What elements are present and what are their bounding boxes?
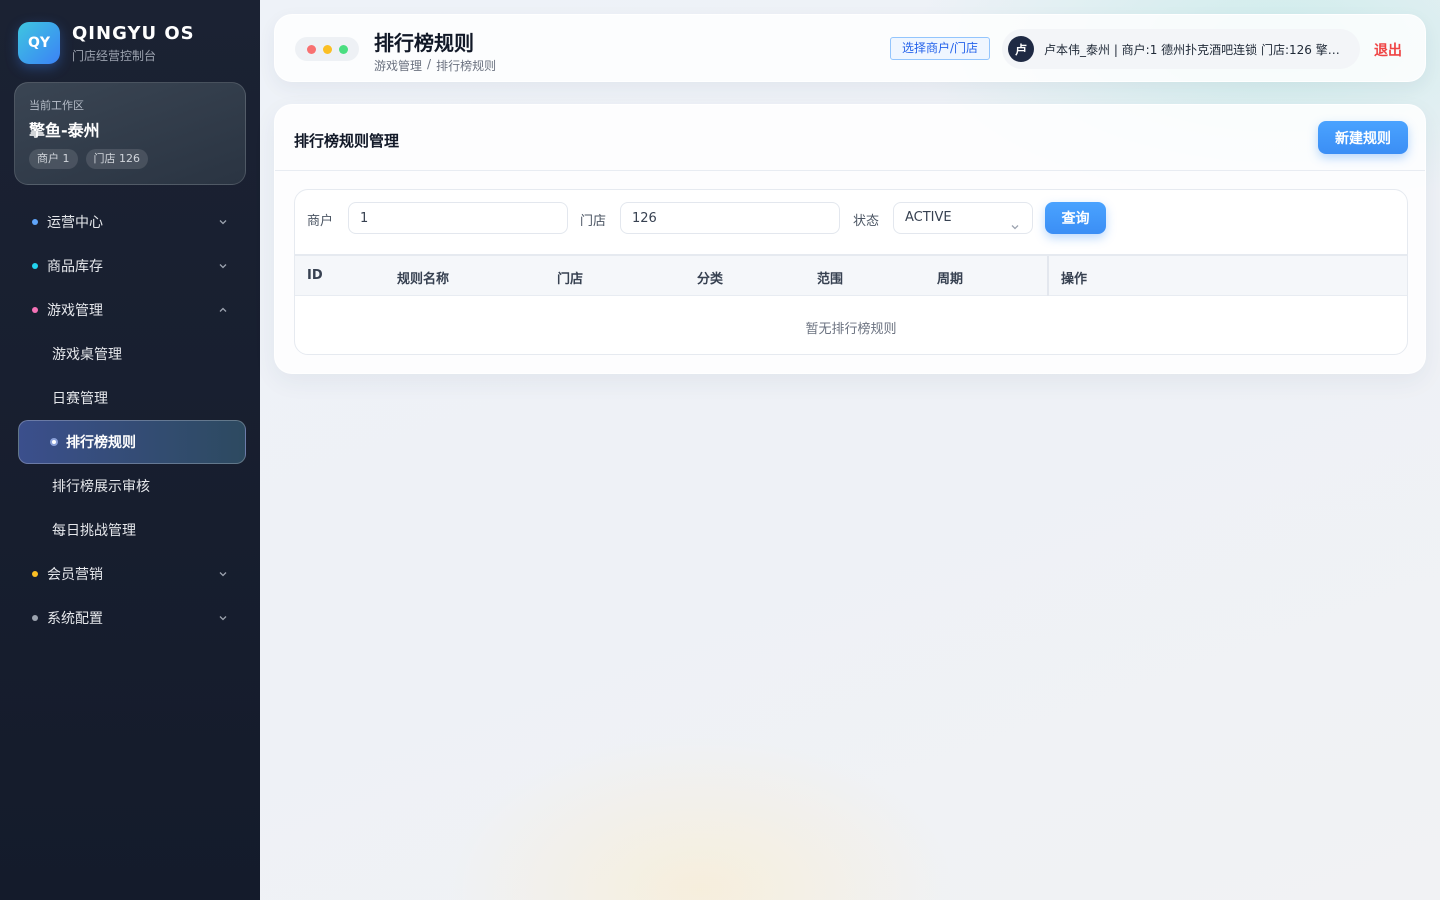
sub-item-daily-tournaments[interactable]: 日赛管理 — [18, 376, 246, 420]
store-label: 门店 — [580, 214, 607, 229]
nav-item-label: 游戏管理 — [47, 303, 103, 319]
merchant-input[interactable] — [348, 202, 568, 234]
dot-icon — [32, 571, 38, 577]
query-button[interactable]: 查询 — [1045, 202, 1106, 234]
chevron-down-icon — [1010, 214, 1020, 230]
column-header-scope: 范围 — [817, 272, 844, 287]
column-header-store: 门店 — [557, 272, 584, 287]
new-rule-button[interactable]: 新建规则 — [1318, 121, 1408, 154]
nav-item-label: 系统配置 — [47, 611, 103, 627]
workspace-store-tag: 门店 126 — [85, 149, 148, 169]
card-divider — [275, 170, 1425, 171]
column-header-actions: 操作 — [1061, 272, 1088, 287]
window-controls — [295, 37, 359, 61]
maximize-dot-icon — [338, 44, 348, 54]
column-header-period: 周期 — [937, 272, 964, 287]
close-dot-icon — [306, 44, 316, 54]
chevron-down-icon — [218, 613, 228, 623]
status-label: 状态 — [853, 214, 880, 229]
nav-item-member-marketing[interactable]: 会员营销 — [18, 552, 246, 596]
chevron-down-icon — [218, 261, 228, 271]
column-header-id: ID — [307, 268, 323, 283]
sidebar: QY QINGYU OS 门店经营控制台 当前工作区 擎鱼-泰州 商户 1 门店… — [0, 0, 260, 900]
minimize-dot-icon — [322, 44, 332, 54]
breadcrumb: 游戏管理 / 排行榜规则 — [374, 57, 496, 74]
brand: QY QINGYU OS 门店经营控制台 — [18, 22, 195, 64]
dot-icon — [32, 263, 38, 269]
nav-item-inventory[interactable]: 商品库存 — [18, 244, 246, 288]
nav-item-label: 商品库存 — [47, 259, 103, 275]
avatar: 卢 — [1008, 36, 1034, 62]
brand-name: QINGYU OS — [72, 22, 195, 44]
chevron-down-icon — [218, 569, 228, 579]
breadcrumb-item-games[interactable]: 游戏管理 — [374, 57, 422, 74]
workspace-card: 当前工作区 擎鱼-泰州 商户 1 门店 126 — [14, 82, 246, 185]
sub-item-daily-challenges[interactable]: 每日挑战管理 — [18, 508, 246, 552]
nav-item-games[interactable]: 游戏管理 — [18, 288, 246, 332]
user-chip[interactable]: 卢 卢本伟_泰州 | 商户:1 德州扑克酒吧连锁 门店:126 擎鱼-泰州 — [1002, 29, 1360, 69]
select-merchant-store-button[interactable]: 选择商户/门店 — [890, 37, 991, 60]
dot-icon — [32, 615, 38, 621]
sub-item-leaderboard-rules[interactable]: 排行榜规则 — [18, 420, 246, 464]
status-select[interactable]: ACTIVE — [893, 202, 1033, 234]
column-divider — [1047, 256, 1049, 296]
sub-item-label: 每日挑战管理 — [52, 523, 136, 539]
logout-button[interactable]: 退出 — [1374, 40, 1402, 60]
user-info-text: 卢本伟_泰州 | 商户:1 德州扑克酒吧连锁 门店:126 擎鱼-泰州 — [1044, 42, 1344, 57]
breadcrumb-separator: / — [427, 57, 432, 71]
column-header-rule-name: 规则名称 — [397, 272, 450, 287]
empty-state-text: 暂无排行榜规则 — [805, 322, 897, 337]
status-select-value: ACTIVE — [905, 210, 952, 225]
brand-logo: QY — [18, 22, 60, 64]
sub-item-label: 日赛管理 — [52, 391, 108, 407]
table-header: ID 规则名称 门店 分类 范围 周期 操作 — [295, 256, 1407, 296]
page-title: 排行榜规则 — [374, 31, 474, 55]
nav-item-label: 运营中心 — [47, 215, 103, 231]
store-input[interactable] — [620, 202, 840, 234]
workspace-name: 擎鱼-泰州 — [29, 121, 100, 140]
workspace-merchant-tag: 商户 1 — [29, 149, 78, 169]
sub-item-label: 游戏桌管理 — [52, 347, 122, 363]
chevron-down-icon — [218, 217, 228, 227]
chevron-up-icon — [218, 305, 228, 315]
workspace-label: 当前工作区 — [29, 99, 84, 112]
sidebar-nav: 运营中心 商品库存 游戏管理 游戏桌管理 日赛管理 排行榜规则 排行榜展示审核 … — [18, 200, 246, 640]
sub-item-label: 排行榜展示审核 — [52, 479, 150, 495]
column-header-category: 分类 — [697, 272, 724, 287]
rules-table: ID 规则名称 门店 分类 范围 周期 操作 暂无排行榜规则 — [294, 255, 1408, 355]
filter-bar: 商户 门店 状态 ACTIVE 查询 — [294, 189, 1408, 255]
brand-subtitle: 门店经营控制台 — [72, 48, 157, 63]
dot-icon — [32, 219, 38, 225]
card-title: 排行榜规则管理 — [294, 132, 400, 150]
sub-item-game-tables[interactable]: 游戏桌管理 — [18, 332, 246, 376]
nav-item-operations[interactable]: 运营中心 — [18, 200, 246, 244]
top-header: 排行榜规则 游戏管理 / 排行榜规则 选择商户/门店 卢 卢本伟_泰州 | 商户… — [274, 14, 1426, 82]
merchant-label: 商户 — [307, 214, 334, 229]
active-dot-icon — [50, 438, 58, 446]
sub-item-leaderboard-review[interactable]: 排行榜展示审核 — [18, 464, 246, 508]
leaderboard-rules-card: 排行榜规则管理 新建规则 商户 门店 状态 ACTIVE 查询 ID 规则名称 … — [274, 104, 1426, 374]
breadcrumb-item-current: 排行榜规则 — [436, 59, 497, 73]
nav-item-label: 会员营销 — [47, 567, 103, 583]
sub-item-label: 排行榜规则 — [66, 435, 136, 451]
nav-item-system-config[interactable]: 系统配置 — [18, 596, 246, 640]
dot-icon — [32, 307, 38, 313]
